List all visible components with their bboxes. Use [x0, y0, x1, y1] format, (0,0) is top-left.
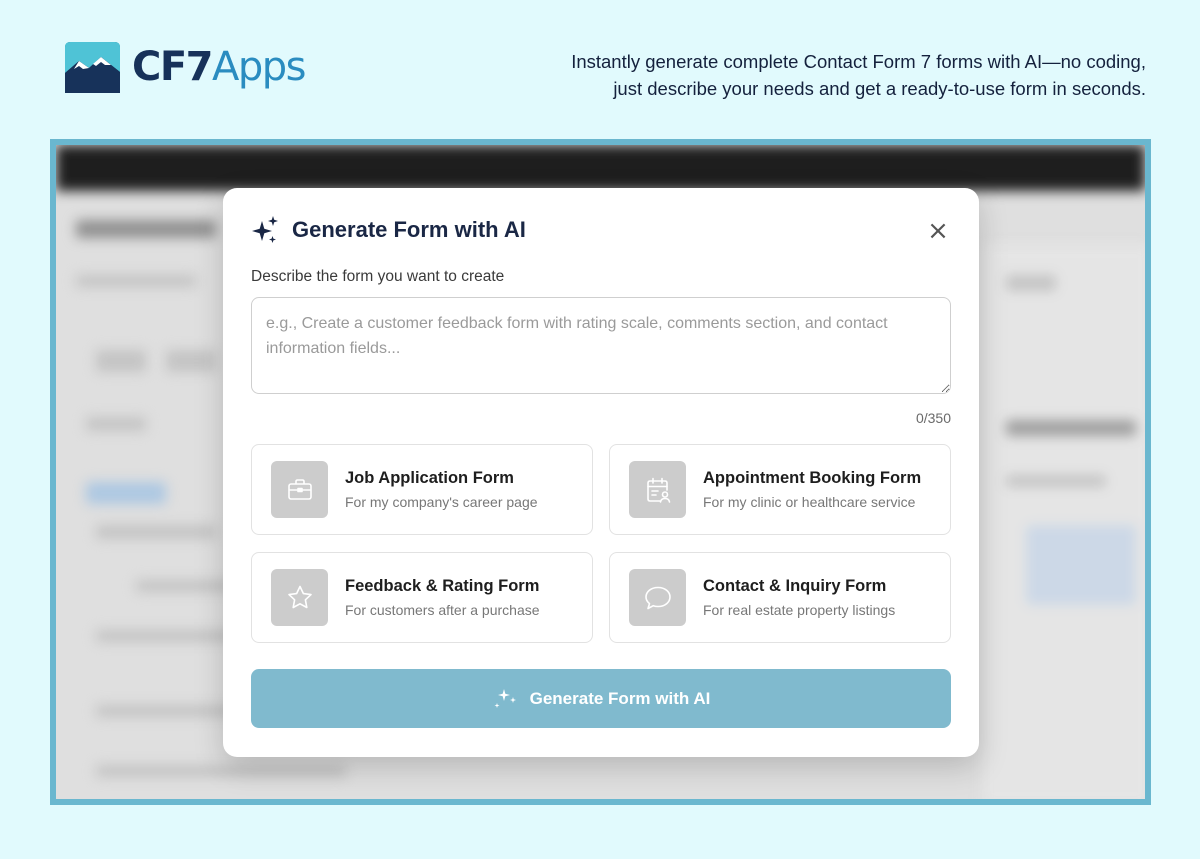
template-card-appointment-booking[interactable]: Appointment Booking Form For my clinic o… [609, 444, 951, 535]
template-card-title: Contact & Inquiry Form [703, 577, 887, 595]
generate-button-label: Generate Form with AI [529, 688, 711, 708]
template-card-job-application[interactable]: Job Application Form For my company's ca… [251, 444, 593, 535]
modal-title: Generate Form with AI [292, 217, 526, 242]
character-counter: 0/350 [915, 410, 951, 426]
tagline: Instantly generate complete Contact Form… [571, 48, 1146, 102]
mountain-logo-icon [65, 42, 120, 93]
template-card-title: Job Application Form [345, 469, 514, 487]
briefcase-icon [271, 461, 328, 518]
close-icon[interactable]: × [925, 218, 951, 244]
tagline-line-2: just describe your needs and get a ready… [613, 78, 1146, 99]
template-card-description: For my clinic or healthcare service [703, 494, 916, 510]
template-card-description: For real estate property listings [703, 602, 896, 618]
template-card-title: Appointment Booking Form [703, 469, 922, 487]
prompt-label: Describe the form you want to create [251, 268, 505, 285]
template-cards: Job Application Form For my company's ca… [251, 444, 951, 643]
chat-bubble-icon [629, 569, 686, 626]
calendar-user-icon [629, 461, 686, 518]
generate-form-button[interactable]: Generate Form with AI [251, 669, 951, 728]
modal-header: Generate Form with AI [250, 215, 526, 245]
template-card-description: For my company's career page [345, 494, 538, 510]
template-card-contact-inquiry[interactable]: Contact & Inquiry Form For real estate p… [609, 552, 951, 643]
brand-logo: CF7Apps [65, 42, 306, 93]
sparkle-icon [494, 688, 516, 708]
template-card-description: For customers after a purchase [345, 602, 540, 618]
sparkle-icon [252, 216, 278, 243]
generate-form-modal: Generate Form with AI × Describe the for… [223, 188, 979, 757]
template-card-title: Feedback & Rating Form [345, 577, 540, 595]
star-icon [271, 569, 328, 626]
tagline-line-1: Instantly generate complete Contact Form… [571, 51, 1146, 72]
brand-name: CF7Apps [132, 44, 306, 90]
form-description-input[interactable] [251, 297, 951, 394]
template-card-feedback-rating[interactable]: Feedback & Rating Form For customers aft… [251, 552, 593, 643]
